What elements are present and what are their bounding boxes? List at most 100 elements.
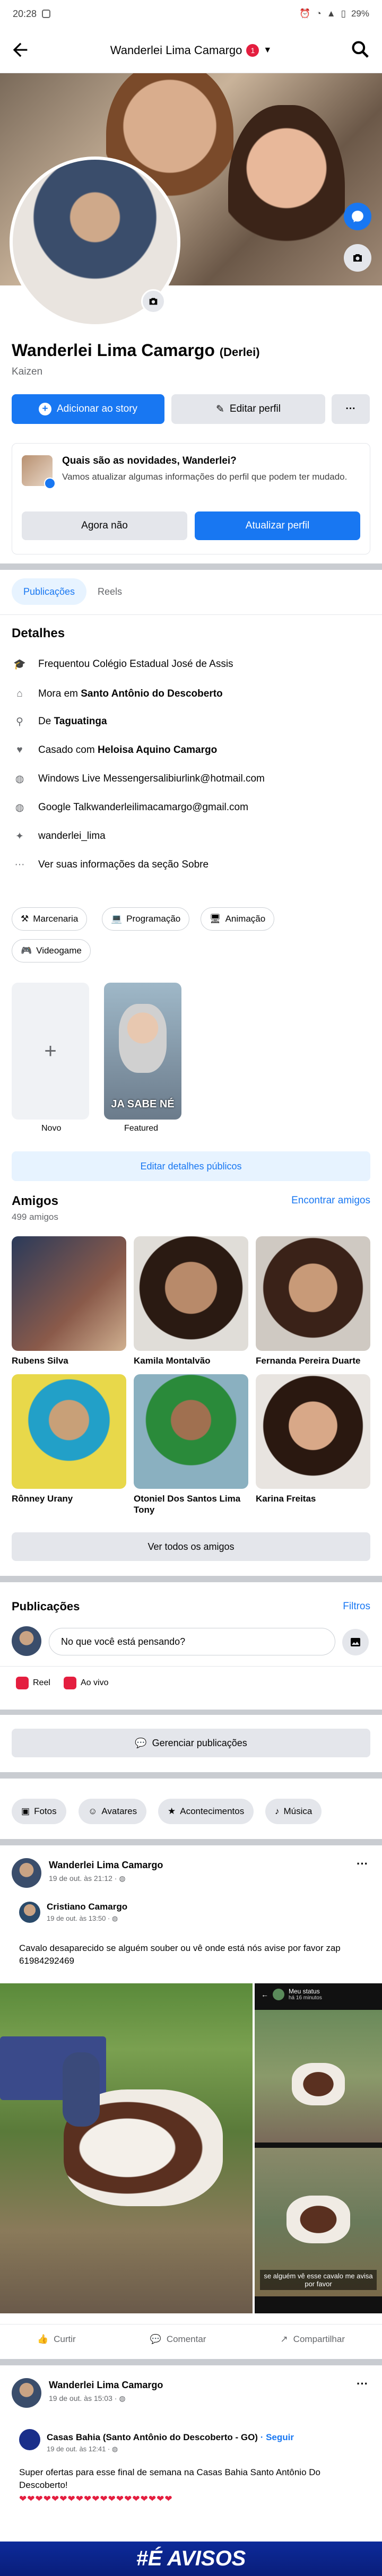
header-title: Wanderlei Lima Camargo: [110, 43, 242, 57]
composer-avatar: [12, 1626, 41, 1656]
shared-timestamp: 19 de out. às 13:50 · ◍: [47, 1914, 118, 1922]
friend-photo: [134, 1236, 248, 1351]
comment-icon: 💬: [150, 2334, 161, 2344]
follow-link[interactable]: · Seguir: [261, 2432, 294, 2442]
featured-new-card[interactable]: +: [12, 983, 89, 1120]
friend-card[interactable]: Rônney Urany: [12, 1374, 126, 1504]
caret-down-icon: ▼: [263, 45, 272, 55]
friend-card[interactable]: Rubens Silva: [12, 1236, 126, 1366]
post-author-avatar[interactable]: [12, 2378, 41, 2408]
status-header: ← Meu status há 16 minutos: [261, 1988, 322, 2001]
music-note-icon: ♪: [275, 1806, 280, 1816]
comment-button[interactable]: 💬 Comentar: [150, 2334, 206, 2345]
composer-input[interactable]: No que você está pensando?: [49, 1628, 335, 1655]
section-divider: [0, 1576, 382, 1582]
photo-icon: ▣: [21, 1806, 30, 1816]
edit-public-details-button[interactable]: Editar detalhes públicos: [12, 1151, 370, 1181]
more-options-button[interactable]: ···: [332, 394, 370, 424]
messenger-icon[interactable]: [344, 203, 371, 230]
live-icon: [64, 1677, 76, 1689]
cover-camera-icon[interactable]: [344, 244, 371, 272]
post-text: Super ofertas para esse final de semana …: [19, 2467, 320, 2490]
detail-education[interactable]: 🎓 Frequentou Colégio Estadual José de As…: [12, 654, 372, 675]
filters-link[interactable]: Filtros: [343, 1601, 370, 1612]
post-banner-image[interactable]: #É AVISOS: [0, 2542, 382, 2576]
section-divider: [0, 1772, 382, 1779]
post-author-name[interactable]: Wanderlei Lima Camargo: [49, 1860, 163, 1871]
post-image-status[interactable]: ← Meu status há 16 minutos se alguém vê …: [255, 1983, 382, 2313]
share-button[interactable]: ↗ Compartilhar: [280, 2334, 345, 2345]
avatar-camera-icon[interactable]: [141, 289, 166, 314]
section-divider: [0, 1839, 382, 1845]
detail-see-about[interactable]: ··· Ver suas informações da seção Sobre: [12, 854, 372, 875]
profile-name: Wanderlei Lima Camargo (Derlei): [12, 341, 260, 360]
friend-card[interactable]: Otoniel Dos Santos Lima Tony: [134, 1374, 248, 1516]
friend-card[interactable]: Fernanda Pereira Duarte: [256, 1236, 370, 1366]
hobby-videogame[interactable]: 🎮 Videogame: [12, 939, 91, 962]
tab-reels[interactable]: Reels: [86, 578, 134, 605]
friend-name: Karina Freitas: [256, 1494, 316, 1504]
post-author-avatar[interactable]: [12, 1858, 41, 1888]
hobby-animation[interactable]: 🖥 Animação: [201, 907, 275, 931]
avatar-icon: ☺: [88, 1806, 98, 1816]
section-divider: [0, 563, 382, 570]
see-all-friends-button[interactable]: Ver todos os amigos: [12, 1532, 370, 1561]
post-more-icon[interactable]: ···: [357, 1857, 368, 1871]
edit-profile-button[interactable]: ✎ Editar perfil: [171, 394, 325, 424]
hobby-programming[interactable]: 💻 Programação: [102, 907, 190, 931]
photo-upload-icon[interactable]: [342, 1629, 369, 1655]
status-time: 20:28: [13, 8, 37, 19]
not-now-button[interactable]: Agora não: [22, 511, 187, 540]
friend-card[interactable]: Kamila Montalvão: [134, 1236, 248, 1366]
update-card-check-icon: [44, 478, 56, 489]
status-overlay-text: se alguém vê esse cavalo me avisa por fa…: [260, 2270, 377, 2290]
friends-title: Amigos: [12, 1194, 59, 1208]
hobby-woodworking[interactable]: ⚒ Marcenaria: [12, 907, 88, 931]
reel-button[interactable]: Reel: [16, 1677, 50, 1689]
post-author-name[interactable]: Wanderlei Lima Camargo: [49, 2380, 163, 2391]
find-friends-link[interactable]: Encontrar amigos: [291, 1195, 370, 1207]
chip-photos[interactable]: ▣ Fotos: [12, 1799, 66, 1824]
search-icon[interactable]: [350, 39, 370, 62]
friend-card[interactable]: Karina Freitas: [256, 1374, 370, 1504]
shared-author-name[interactable]: Cristiano Camargo: [47, 1902, 127, 1912]
friend-name: Rônney Urany: [12, 1494, 73, 1504]
like-button[interactable]: 👍 Curtir: [37, 2334, 76, 2345]
detail-lives-in[interactable]: ⌂ Mora em Santo Antônio do Descoberto: [12, 683, 372, 705]
instagram-notification-icon: [42, 10, 51, 18]
heart-icon: ♥: [16, 744, 23, 756]
update-profile-button[interactable]: Atualizar perfil: [195, 511, 360, 540]
chip-avatars[interactable]: ☺ Avatares: [79, 1799, 147, 1824]
shared-author-avatar: [19, 2429, 40, 2450]
composer-divider: [0, 1666, 382, 1667]
chip-music[interactable]: ♪ Música: [265, 1799, 322, 1824]
friend-name: Kamila Montalvão: [134, 1356, 211, 1366]
add-to-story-button[interactable]: + Adicionar ao story: [12, 394, 164, 424]
public-globe-icon: ◍: [119, 1874, 126, 1883]
detail-from[interactable]: ⚲ De Taguatinga: [12, 711, 372, 732]
detail-twitter[interactable]: ✦ wanderlei_lima: [12, 826, 372, 847]
post-more-icon[interactable]: ···: [357, 2377, 368, 2391]
battery-icon: ▯: [341, 8, 346, 19]
shared-author-name[interactable]: Casas Bahia (Santo Antônio do Descoberto…: [47, 2432, 258, 2442]
alarm-icon: ⏰: [299, 8, 311, 19]
post-image-horse[interactable]: [0, 1983, 253, 2313]
header-title-dropdown[interactable]: Wanderlei Lima Camargo 1 ▼: [110, 44, 272, 57]
friends-count: 499 amigos: [12, 1212, 58, 1222]
more-icon: ···: [14, 859, 25, 870]
tab-posts[interactable]: Publicações: [12, 578, 87, 605]
back-arrow-icon[interactable]: [10, 39, 31, 63]
friend-photo: [256, 1236, 370, 1351]
featured-story-card[interactable]: JA SABE NÉ: [104, 983, 181, 1120]
live-button[interactable]: Ao vivo: [64, 1677, 108, 1689]
plus-circle-icon: +: [38, 403, 51, 415]
detail-google-talk[interactable]: ◍ Google Talkwanderleilimacamargo@gmail.…: [12, 797, 372, 818]
chip-milestones[interactable]: ★ Acontecimentos: [158, 1799, 254, 1824]
detail-relationship[interactable]: ♥ Casado com Heloisa Aquino Camargo: [12, 740, 372, 761]
pencil-icon: ✎: [215, 403, 224, 415]
manage-posts-button[interactable]: 💬 Gerenciar publicações: [12, 1729, 370, 1757]
status-bar: 20:28 ⏰ ◔ ▲ ▯ 29%: [0, 0, 382, 28]
detail-messenger[interactable]: ◍ Windows Live Messengersalibiurlink@hot…: [12, 768, 372, 790]
hammer-icon: ⚒: [21, 914, 29, 924]
shared-post-card: Cristiano Camargo 19 de out. às 13:50 · …: [12, 1898, 370, 1940]
